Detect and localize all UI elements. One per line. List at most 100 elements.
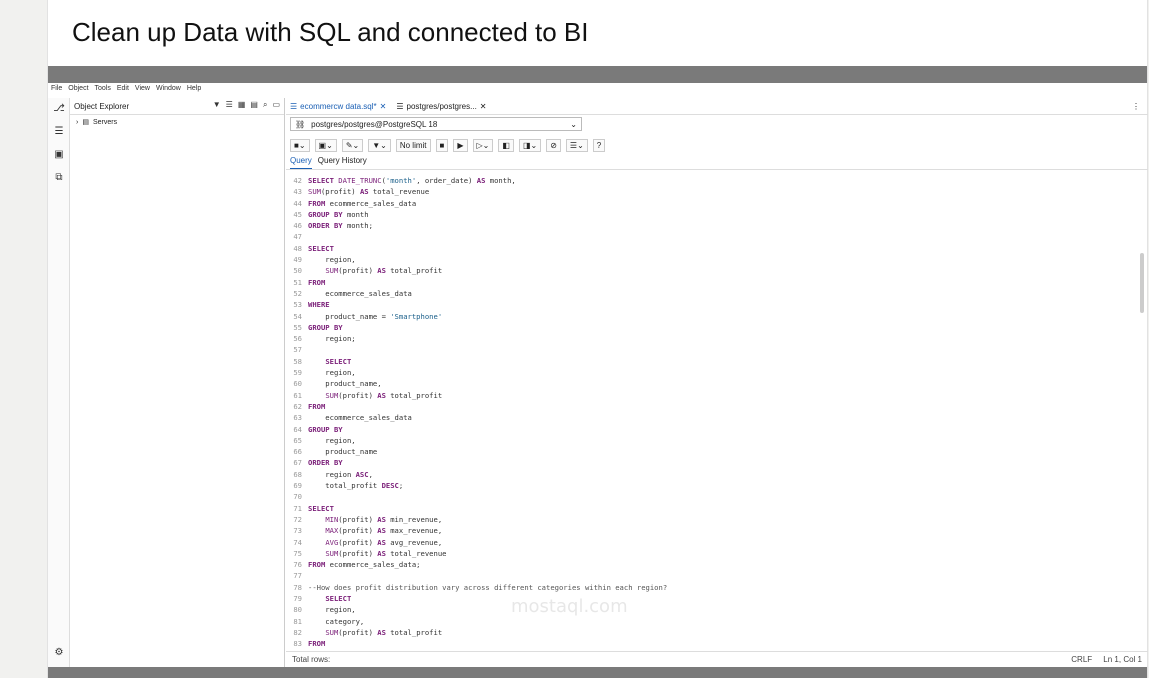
code-line[interactable]: 54 product_name = 'Smartphone': [286, 312, 1148, 323]
help-button[interactable]: ?: [592, 138, 606, 152]
line-number: 72: [293, 514, 302, 524]
code-line[interactable]: 55 GROUP BY: [286, 323, 1148, 334]
code-line[interactable]: 64 GROUP BY: [286, 425, 1148, 436]
code-line[interactable]: 65 region,: [286, 436, 1148, 447]
code-line[interactable]: 42 SELECT DATE_TRUNC('month', order_date)…: [286, 176, 1148, 187]
limit-select[interactable]: No limit: [395, 138, 431, 152]
pgadmin-window: File Object Tools Edit View Window Help ⎇ ☰ ▣ …: [48, 83, 1148, 667]
save-button[interactable]: ▣⌄: [314, 138, 337, 152]
code-line[interactable]: 52 ecommerce_sales_data: [286, 289, 1148, 300]
code-line[interactable]: 81 category,: [286, 617, 1148, 628]
sql-code-area[interactable]: 42 SELECT DATE_TRUNC('month', order_date)…: [286, 176, 1148, 650]
editor-scrollbar[interactable]: [1140, 253, 1144, 313]
code-text: SELECT: [325, 593, 352, 603]
code-line[interactable]: 83 FROM: [286, 639, 1148, 650]
code-line[interactable]: 43 SUM(profit) AS total_revenue: [286, 187, 1148, 198]
execute-button[interactable]: ▶: [453, 138, 468, 152]
code-line[interactable]: 70: [286, 492, 1148, 503]
edit-button[interactable]: ✎⌄: [341, 138, 364, 152]
code-line[interactable]: 76 FROM ecommerce_sales_data;: [286, 560, 1148, 571]
menu-file[interactable]: File: [51, 85, 62, 97]
connection-selector[interactable]: ⛓ postgres/postgres@PostgreSQL 18 ⌄: [290, 117, 582, 131]
stop-button[interactable]: ■: [435, 138, 449, 152]
code-line[interactable]: 57: [286, 345, 1148, 356]
chevron-down-icon[interactable]: ⌄: [570, 120, 577, 129]
more-options-icon[interactable]: ⋮: [1132, 102, 1140, 111]
code-line[interactable]: 75 SUM(profit) AS total_revenue: [286, 549, 1148, 560]
filter-button[interactable]: ▼⌄: [368, 138, 391, 152]
code-line[interactable]: 58 SELECT: [286, 357, 1148, 368]
terminal-icon[interactable]: ▭: [272, 100, 280, 110]
search-icon[interactable]: ⌕: [263, 100, 267, 110]
content-card: Clean up Data with SQL and connected to …: [47, 0, 1148, 678]
filter-icon[interactable]: ▼: [213, 100, 221, 110]
terminal-icon[interactable]: ▣: [52, 148, 66, 162]
settings-icon[interactable]: ⚙: [52, 646, 66, 660]
code-line[interactable]: 82 SUM(profit) AS total_profit: [286, 628, 1148, 639]
code-line[interactable]: 68 region ASC,: [286, 470, 1148, 481]
code-text: WHERE: [308, 300, 330, 310]
view-icon[interactable]: ▤: [250, 100, 258, 110]
code-line[interactable]: 49 region,: [286, 255, 1148, 266]
schema-diff-icon[interactable]: ⧉: [52, 171, 66, 185]
menu-window[interactable]: Window: [156, 85, 181, 97]
clear-button[interactable]: ⊘: [546, 138, 561, 152]
menu-view[interactable]: View: [135, 85, 150, 97]
code-line[interactable]: 48 SELECT: [286, 244, 1148, 255]
code-line[interactable]: 47: [286, 232, 1148, 243]
code-line[interactable]: 45 GROUP BY month: [286, 210, 1148, 221]
code-line[interactable]: 46 ORDER BY month;: [286, 221, 1148, 232]
table-icon[interactable]: ▦: [238, 100, 246, 110]
tab-query-history[interactable]: Query History: [318, 156, 367, 169]
code-line[interactable]: 72 MIN(profit) AS min_revenue,: [286, 515, 1148, 526]
left-rail: ⎇ ☰ ▣ ⧉ ⚙: [48, 98, 70, 667]
menu-object[interactable]: Object: [68, 85, 88, 97]
commit-button[interactable]: ◧: [498, 138, 514, 152]
code-line[interactable]: 51 FROM: [286, 278, 1148, 289]
code-line[interactable]: 63 ecommerce_sales_data: [286, 413, 1148, 424]
line-number: 42: [293, 176, 302, 185]
code-line[interactable]: 59 region,: [286, 368, 1148, 379]
code-line[interactable]: 77: [286, 571, 1148, 582]
code-text: SUM(profit) AS total_profit: [325, 627, 443, 637]
code-line[interactable]: 71 SELECT: [286, 504, 1148, 515]
tab-postgres-query[interactable]: ☰ postgres/postgres... ✕: [396, 102, 486, 111]
open-file-button[interactable]: ■⌄: [290, 138, 310, 152]
code-line[interactable]: 74 AVG(profit) AS avg_revenue,: [286, 538, 1148, 549]
code-line[interactable]: 79 SELECT: [286, 594, 1148, 605]
code-line[interactable]: 80 region,: [286, 605, 1148, 616]
database-icon[interactable]: ☰: [226, 100, 233, 110]
servers-tree-node[interactable]: › ▤ Servers: [76, 118, 117, 127]
tab-ecommerce-sql[interactable]: ☰ ecommercw data.sql* ✕: [290, 102, 386, 111]
menu-edit[interactable]: Edit: [117, 85, 129, 97]
code-line[interactable]: 60 product_name,: [286, 379, 1148, 390]
line-number: 78: [293, 582, 302, 592]
close-icon[interactable]: ✕: [480, 102, 487, 111]
code-text: region,: [308, 605, 356, 615]
macros-button[interactable]: ☰⌄: [565, 138, 588, 152]
code-line[interactable]: 69 total_profit DESC;: [286, 481, 1148, 492]
chevron-right-icon[interactable]: ›: [76, 119, 78, 126]
rollback-button[interactable]: ◨⌄: [518, 138, 542, 152]
object-explorer-title: Object Explorer: [74, 101, 130, 111]
code-line[interactable]: 73 MAX(profit) AS max_revenue,: [286, 526, 1148, 537]
database-icon[interactable]: ☰: [52, 125, 66, 139]
line-number: 81: [293, 616, 302, 626]
code-line[interactable]: 66 product_name: [286, 447, 1148, 458]
code-line[interactable]: 50 SUM(profit) AS total_profit: [286, 266, 1148, 277]
code-line[interactable]: 53 WHERE: [286, 300, 1148, 311]
code-line[interactable]: 62 FROM: [286, 402, 1148, 413]
line-number: 52: [293, 288, 302, 298]
code-line[interactable]: 67 ORDER BY: [286, 458, 1148, 469]
explain-button[interactable]: ▷⌄: [472, 138, 494, 152]
code-line[interactable]: 78 --How does profit distribution vary ac…: [286, 583, 1148, 594]
line-number: 57: [293, 345, 302, 355]
code-line[interactable]: 61 SUM(profit) AS total_profit: [286, 391, 1148, 402]
object-explorer-icon[interactable]: ⎇: [52, 102, 66, 116]
code-line[interactable]: 44 FROM ecommerce_sales_data: [286, 199, 1148, 210]
tab-query[interactable]: Query: [290, 156, 312, 169]
menu-help[interactable]: Help: [187, 85, 201, 97]
close-icon[interactable]: ✕: [380, 102, 387, 111]
code-line[interactable]: 56 region;: [286, 334, 1148, 345]
menu-tools[interactable]: Tools: [95, 85, 111, 97]
